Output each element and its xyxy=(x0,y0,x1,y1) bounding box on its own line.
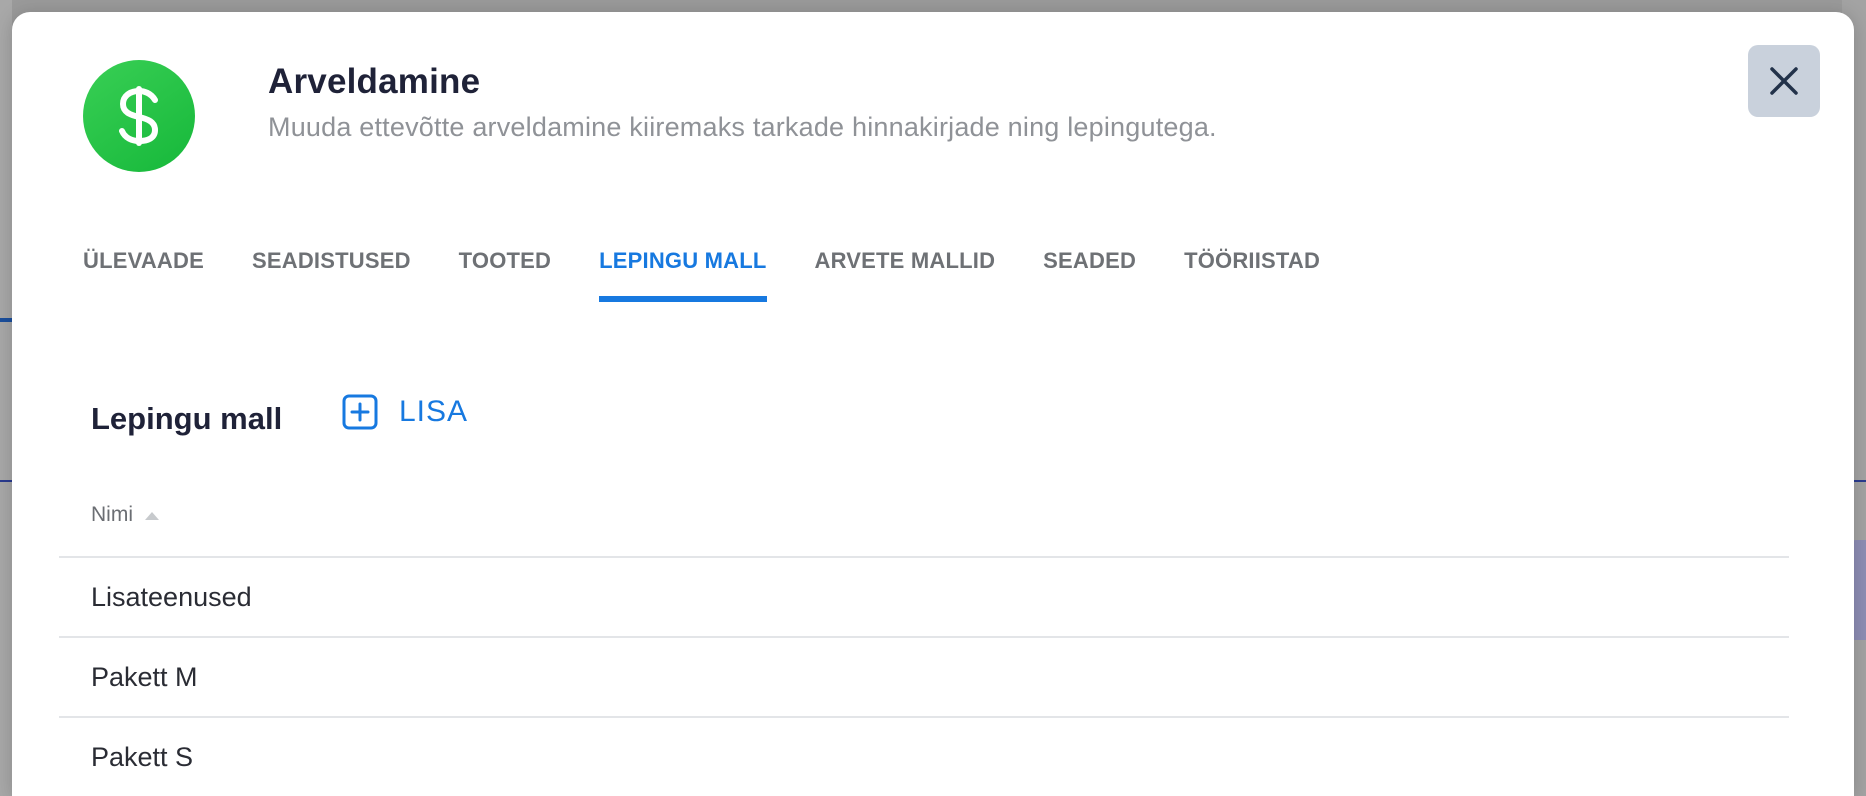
close-icon xyxy=(1770,67,1798,95)
row-name: Pakett M xyxy=(91,661,198,692)
tab-preferences[interactable]: SEADED xyxy=(1043,234,1136,314)
tab-settings-setup[interactable]: SEADISTUSED xyxy=(252,234,411,314)
row-name: Lisateenused xyxy=(91,581,252,612)
column-header-name: Nimi xyxy=(91,503,133,526)
dollar-icon xyxy=(83,60,195,172)
billing-modal: Arveldamine Muuda ettevõtte arveldamine … xyxy=(12,12,1854,796)
tab-invoice-templates[interactable]: ARVETE MALLID xyxy=(815,234,996,314)
table-row[interactable]: Pakett M xyxy=(59,638,1789,718)
table-header[interactable]: Nimi xyxy=(59,474,1789,558)
add-button[interactable]: LISA xyxy=(341,393,468,431)
modal-title: Arveldamine xyxy=(268,62,481,101)
row-name: Pakett S xyxy=(91,741,194,772)
modal-subtitle: Muuda ettevõtte arveldamine kiiremaks ta… xyxy=(268,112,1217,142)
tab-bar: ÜLEVAADE SEADISTUSED TOOTED LEPINGU MALL… xyxy=(83,234,1320,314)
add-button-label: LISA xyxy=(399,395,469,428)
contract-template-table: Nimi Lisateenused Pakett M Pakett S xyxy=(59,474,1789,796)
tab-overview[interactable]: ÜLEVAADE xyxy=(83,234,204,314)
close-button[interactable] xyxy=(1748,45,1820,117)
background-left-accent xyxy=(0,318,12,322)
plus-square-icon xyxy=(342,394,378,430)
tab-products[interactable]: TOOTED xyxy=(459,234,551,314)
sort-asc-icon xyxy=(145,512,159,520)
tab-contract-template[interactable]: LEPINGU MALL xyxy=(599,234,767,314)
tab-tools[interactable]: TÖÖRIISTAD xyxy=(1184,234,1320,314)
background-left-edge xyxy=(0,0,12,796)
section-title: Lepingu mall xyxy=(91,401,283,436)
table-row[interactable]: Lisateenused xyxy=(59,558,1789,638)
background-left-divider xyxy=(0,480,12,482)
table-row[interactable]: Pakett S xyxy=(59,718,1789,796)
